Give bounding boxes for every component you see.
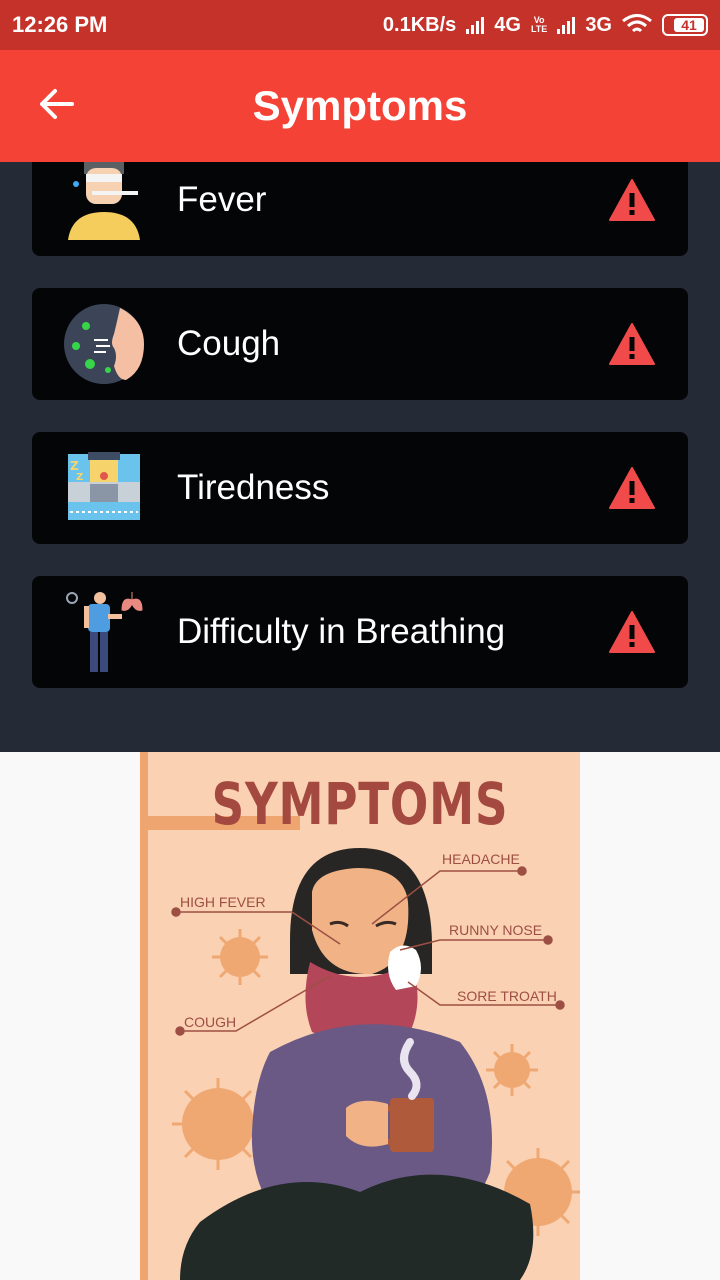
status-bar: 12:26 PM 0.1KB/s 4G Vo LTE 3G 41 bbox=[0, 0, 720, 50]
network-type-2: 3G bbox=[585, 13, 612, 36]
symptom-label: Difficulty in Breathing bbox=[177, 612, 506, 651]
status-time: 12:26 PM bbox=[12, 12, 108, 37]
warning-icon[interactable] bbox=[608, 322, 656, 366]
label-runny-nose: RUNNY NOSE bbox=[449, 922, 543, 938]
fever-icon bbox=[68, 162, 140, 240]
label-cough: COUGH bbox=[184, 1014, 237, 1030]
network-speed: 0.1KB/s bbox=[382, 13, 457, 36]
symptom-card-breathing[interactable]: Difficulty in Breathing bbox=[32, 576, 688, 688]
signal-icon bbox=[466, 16, 485, 34]
warning-icon[interactable] bbox=[608, 178, 656, 222]
symptom-card-fever[interactable]: Fever bbox=[32, 162, 688, 256]
wifi-icon bbox=[622, 14, 652, 33]
poster-section: SYMPTOMS HEADACHE HIGH FEVER RUNNY NOSE … bbox=[0, 752, 720, 1280]
symptom-card-tiredness[interactable]: Z Z Tiredness bbox=[32, 432, 688, 544]
symptom-card-cough[interactable]: Cough bbox=[32, 288, 688, 400]
cough-icon bbox=[64, 304, 144, 384]
network-type-1: 4G bbox=[494, 13, 521, 36]
back-arrow-icon bbox=[40, 89, 74, 119]
symptom-label: Tiredness bbox=[177, 468, 330, 507]
warning-icon[interactable] bbox=[608, 466, 656, 510]
warning-icon[interactable] bbox=[608, 610, 656, 654]
symptom-label: Fever bbox=[177, 180, 267, 219]
svg-text:Z: Z bbox=[70, 459, 79, 473]
breathing-icon bbox=[66, 592, 143, 672]
symptoms-poster: SYMPTOMS HEADACHE HIGH FEVER RUNNY NOSE … bbox=[140, 752, 580, 1280]
label-sore-throat: SORE TROATH bbox=[457, 988, 557, 1004]
signal-icon-2 bbox=[557, 16, 576, 34]
tiredness-icon: Z Z bbox=[68, 452, 140, 520]
label-headache: HEADACHE bbox=[442, 851, 520, 867]
status-indicators: 0.1KB/s 4G Vo LTE 3G 41 bbox=[383, 14, 708, 37]
back-button[interactable] bbox=[28, 76, 84, 132]
poster-title: SYMPTOMS bbox=[211, 770, 509, 838]
label-high-fever: HIGH FEVER bbox=[180, 894, 266, 910]
symptom-list[interactable]: Fever Cough Z Z Tiredness Difficulty in … bbox=[0, 162, 720, 752]
volte-icon: Vo LTE bbox=[530, 15, 548, 34]
battery-icon: 41 bbox=[662, 14, 708, 36]
svg-text:Z: Z bbox=[76, 472, 83, 483]
symptom-label: Cough bbox=[177, 324, 281, 363]
page-title: Symptoms bbox=[252, 82, 468, 129]
app-bar: Symptoms bbox=[0, 50, 720, 162]
battery-level: 41 bbox=[674, 18, 704, 32]
